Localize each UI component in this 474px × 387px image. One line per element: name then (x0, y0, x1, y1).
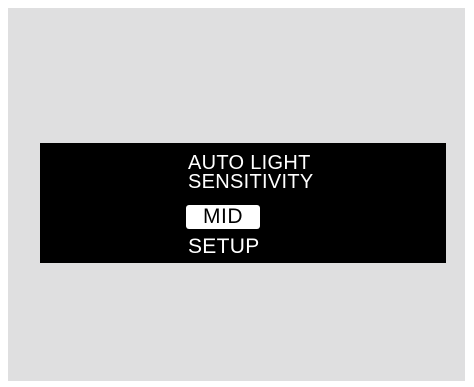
selected-option-mid[interactable]: MID (186, 205, 260, 229)
setting-title-line2: SENSITIVITY (188, 171, 314, 193)
setting-title-line1: AUTO LIGHT (188, 152, 311, 174)
setup-menu-item[interactable]: SETUP (188, 236, 260, 257)
settings-display: AUTO LIGHT SENSITIVITY MID SETUP (40, 143, 446, 263)
background-panel: AUTO LIGHT SENSITIVITY MID SETUP (8, 8, 465, 381)
